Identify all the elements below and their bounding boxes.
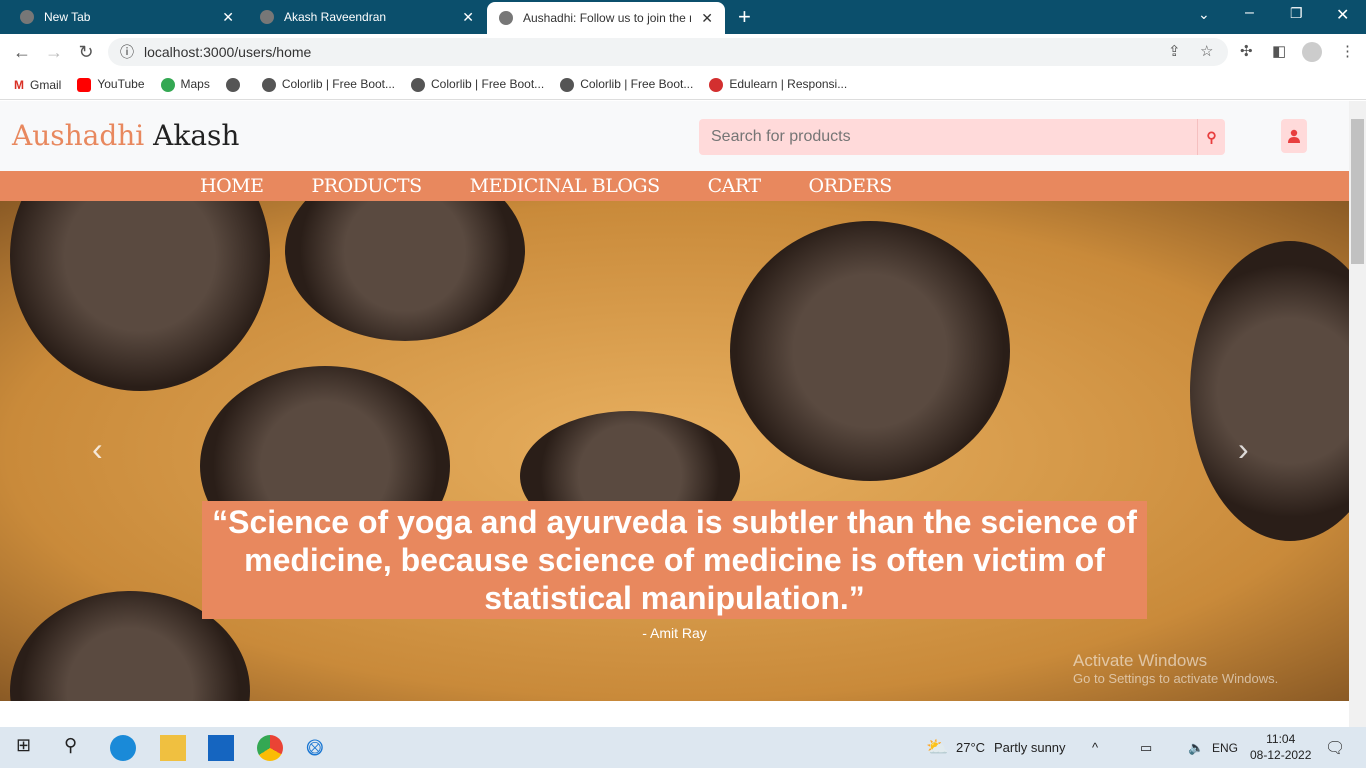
hero-quote: “Science of yoga and ayurveda is subtler… — [202, 501, 1147, 619]
address-bar[interactable]: ⓘ localhost:3000/users/home — [108, 38, 1228, 66]
clock[interactable]: 11:04 08-12-2022 — [1250, 731, 1311, 763]
reload-icon[interactable]: ↻ — [70, 42, 102, 63]
bookmark-maps[interactable]: Maps — [160, 77, 210, 92]
tab-strip: New Tab ✕ Akash Raveendran ✕ Aushadhi: Fol… — [0, 0, 1366, 34]
hero-image-bowl — [10, 201, 270, 391]
tab-search-icon[interactable]: ⌄ — [1198, 6, 1210, 23]
forward-icon[interactable]: → — [38, 42, 70, 63]
weather-desc[interactable]: Partly sunny — [994, 740, 1066, 755]
weather-icon: ⛅ — [926, 737, 949, 757]
menu-icon[interactable]: ⋮ — [1340, 42, 1355, 60]
search-input[interactable] — [699, 128, 1197, 146]
bookmark-colorlib-1[interactable]: Colorlib | Free Boot... — [261, 77, 395, 92]
minimize-button[interactable]: – — [1245, 4, 1254, 22]
scrollbar-thumb[interactable] — [1351, 119, 1364, 264]
bookmark-globe[interactable] — [225, 77, 246, 92]
close-tab-icon[interactable]: ✕ — [462, 9, 474, 26]
activate-windows-watermark: Activate Windows Go to Settings to activa… — [1073, 651, 1279, 686]
hero-image-bowl — [1190, 241, 1349, 541]
restore-button[interactable]: ❐ — [1290, 5, 1303, 22]
new-tab-button[interactable]: + — [738, 4, 751, 30]
bookmark-colorlib-3[interactable]: Colorlib | Free Boot... — [560, 77, 693, 92]
sidepanel-icon[interactable]: ◧ — [1272, 42, 1286, 60]
globe-icon — [260, 10, 274, 24]
vscode-icon[interactable]: ⨷ — [306, 735, 332, 761]
site-header: Aushadhi Akash ⚲ — [0, 101, 1349, 171]
quote-author: - Amit Ray — [642, 625, 707, 641]
bookmarks-bar: M Gmail YouTube Maps Colorlib | Free Boot… — [0, 70, 1366, 100]
bookmark-edulearn[interactable]: Edulearn | Responsi... — [709, 77, 847, 92]
volume-icon[interactable]: 🔈 — [1188, 740, 1204, 756]
browser-toolbar: ← → ↻ ⓘ localhost:3000/users/home ⇪ ☆ ✣ ◧… — [0, 34, 1366, 70]
back-icon[interactable]: ← — [6, 42, 38, 63]
nav-medicinal-blogs[interactable]: MEDICINAL BLOGS — [470, 175, 660, 197]
web-page: Aushadhi Akash ⚲ HOME PRODUCTS MEDICINAL… — [0, 101, 1349, 727]
share-icon[interactable]: ⇪ — [1168, 42, 1181, 60]
globe-icon — [499, 11, 513, 25]
file-explorer-icon[interactable] — [160, 735, 186, 761]
tab-new-tab[interactable]: New Tab ✕ — [8, 0, 246, 34]
close-tab-icon[interactable]: ✕ — [701, 10, 713, 27]
search-button[interactable]: ⚲ — [1197, 119, 1225, 155]
profile-icon[interactable] — [1302, 42, 1322, 62]
taskbar: ⊞ ⚲ ⨷ ⛅ 27°C Partly sunny ^ ▭ 🔈 ENG 11:0… — [0, 727, 1366, 768]
nav-cart[interactable]: CART — [708, 175, 761, 197]
page-scrollbar[interactable] — [1349, 101, 1366, 727]
tab-aushadhi[interactable]: Aushadhi: Follow us to join the n ✕ — [487, 2, 725, 34]
search-box: ⚲ — [699, 119, 1225, 155]
close-window-button[interactable]: ✕ — [1336, 5, 1349, 25]
user-icon — [1288, 129, 1300, 143]
language-indicator[interactable]: ENG — [1212, 741, 1238, 755]
bookmark-gmail[interactable]: M Gmail — [14, 78, 61, 92]
chrome-icon — [20, 10, 34, 24]
main-nav: HOME PRODUCTS MEDICINAL BLOGS CART ORDER… — [0, 171, 1349, 201]
star-icon[interactable]: ☆ — [1200, 42, 1213, 60]
edge-icon[interactable] — [110, 735, 136, 761]
chrome-taskbar-icon[interactable] — [257, 735, 283, 761]
hero-carousel: ‹ › “Science of yoga and ayurveda is sub… — [0, 201, 1349, 701]
tab-akash[interactable]: Akash Raveendran ✕ — [248, 0, 486, 34]
hero-image-bowl — [285, 201, 525, 341]
close-tab-icon[interactable]: ✕ — [222, 9, 234, 26]
tray-chevron-icon[interactable]: ^ — [1092, 740, 1098, 755]
notifications-icon[interactable]: 🗨 — [1325, 738, 1345, 758]
mail-icon[interactable] — [208, 735, 234, 761]
carousel-prev-icon[interactable]: ‹ — [92, 431, 103, 468]
user-account-button[interactable] — [1281, 119, 1307, 153]
bookmark-colorlib-2[interactable]: Colorlib | Free Boot... — [411, 77, 544, 92]
nav-orders[interactable]: ORDERS — [809, 175, 893, 197]
search-icon: ⚲ — [1206, 128, 1217, 145]
battery-icon[interactable]: ▭ — [1140, 740, 1152, 756]
extensions-icon[interactable]: ✣ — [1240, 42, 1253, 60]
windows-start-icon[interactable]: ⊞ — [16, 735, 42, 761]
site-logo[interactable]: Aushadhi Akash — [12, 119, 239, 152]
carousel-next-icon[interactable]: › — [1238, 431, 1249, 468]
nav-products[interactable]: PRODUCTS — [311, 175, 422, 197]
hero-image-bowl — [730, 221, 1010, 481]
info-icon: ⓘ — [120, 44, 134, 60]
search-taskbar-icon[interactable]: ⚲ — [64, 735, 90, 761]
bookmark-youtube[interactable]: YouTube — [77, 77, 145, 92]
nav-home[interactable]: HOME — [200, 175, 264, 197]
weather-temp[interactable]: 27°C — [956, 740, 985, 755]
